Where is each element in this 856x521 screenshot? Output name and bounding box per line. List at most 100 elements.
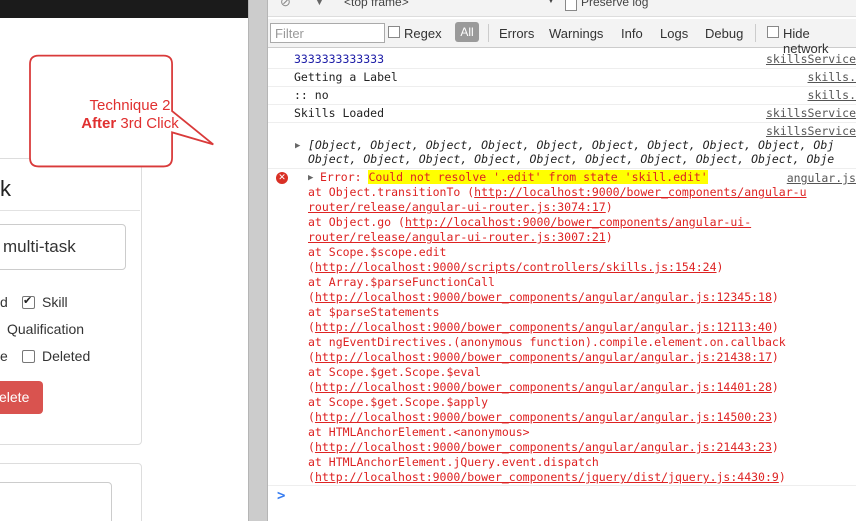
level-debug-button[interactable]: Debug <box>705 26 743 41</box>
error-source-link[interactable]: angular.js <box>787 171 856 185</box>
callout-text: Technique 2 After 3rd Click <box>30 97 230 133</box>
row-divider <box>268 485 856 486</box>
stack-frame-text: ( <box>308 380 315 394</box>
stack-frame-text: ) <box>771 350 779 364</box>
stack-frame-text: at Scope.$get.Scope.$eval <box>308 365 482 379</box>
message-source-link[interactable]: skills. <box>808 70 856 84</box>
frame-dropdown-icon[interactable]: ▼ <box>546 0 556 6</box>
stack-trace-line: (http://localhost:9000/bower_components/… <box>308 410 779 424</box>
delete-button-label: elete <box>0 389 30 405</box>
stack-frame-link[interactable]: http://localhost:9000/bower_components/a… <box>315 410 772 424</box>
stack-trace-line: (http://localhost:9000/bower_components/… <box>308 440 779 454</box>
level-logs-button[interactable]: Logs <box>660 26 688 41</box>
panel-divider <box>0 210 140 211</box>
stack-trace-line: at Scope.$get.Scope.$apply <box>308 395 488 409</box>
qualification-label: Qualification <box>7 321 85 337</box>
level-all-button[interactable]: All <box>455 22 479 42</box>
stack-frame-link[interactable]: http://localhost:9000/bower_components/a… <box>315 380 772 394</box>
task-name-input[interactable]: multi-task <box>0 224 126 270</box>
error-prefix: Error: <box>320 170 369 184</box>
level-errors-button[interactable]: Errors <box>499 26 534 41</box>
stack-frame-text: ( <box>308 470 315 484</box>
hide-network-checkbox[interactable] <box>767 26 779 38</box>
preserve-log-checkbox[interactable] <box>565 0 577 11</box>
message-source-link[interactable]: skillsService <box>766 106 856 120</box>
level-separator <box>488 24 489 42</box>
stack-frame-link[interactable]: http://localhost:9000/bower_components/a… <box>405 215 751 229</box>
stack-frame-link[interactable]: http://localhost:9000/bower_components/a… <box>315 440 772 454</box>
object-array-line[interactable]: [Object, Object, Object, Object, Object,… <box>308 138 834 152</box>
stack-frame-link[interactable]: router/release/angular-ui-router.js:3007… <box>308 230 606 244</box>
stack-frame-text: at ngEventDirectives.(anonymous function… <box>308 335 786 349</box>
stack-trace-line: at HTMLAnchorElement.jQuery.event.dispat… <box>308 455 599 469</box>
stack-frame-text: at $parseStatements <box>308 305 440 319</box>
error-message: Could not resolve '.edit' from state 'sk… <box>368 170 708 184</box>
option-row3-label: e <box>0 348 8 364</box>
console-filter-bar: Filter Regex All Errors Warnings Info Lo… <box>268 19 856 56</box>
error-icon: ✕ <box>276 172 288 184</box>
stack-frame-text: ) <box>605 200 613 214</box>
console-messages: 3333333333333 skillsService Getting a La… <box>268 48 856 521</box>
message-source-link[interactable]: skills. <box>808 88 856 102</box>
clear-console-icon[interactable]: ⊘ <box>280 0 291 10</box>
stack-frame-text: ) <box>771 320 779 334</box>
preserve-log-label: Preserve log <box>581 0 649 9</box>
stack-trace-line: router/release/angular-ui-router.js:3007… <box>308 230 613 244</box>
console-message: :: no <box>294 88 329 102</box>
stack-frame-link[interactable]: http://localhost:9000/bower_components/a… <box>315 350 772 364</box>
row-divider <box>268 104 856 105</box>
stack-frame-text: ( <box>308 260 315 274</box>
callout-line2-rest: 3rd Click <box>116 115 179 132</box>
stack-frame-text: ) <box>771 440 779 454</box>
delete-button[interactable]: elete <box>0 381 43 414</box>
row-divider <box>268 122 856 123</box>
stack-frame-link[interactable]: http://localhost:9000/bower_components/a… <box>474 185 806 199</box>
stack-frame-text: ( <box>308 410 315 424</box>
stack-frame-link[interactable]: http://localhost:9000/scripts/controller… <box>315 260 717 274</box>
object-array-line[interactable]: Object, Object, Object, Object, Object, … <box>308 152 834 166</box>
skill-label: Skill <box>42 294 68 310</box>
message-source-link[interactable]: skillsService <box>766 124 856 138</box>
stack-frame-link[interactable]: http://localhost:9000/bower_components/j… <box>315 470 779 484</box>
callout-line1: Technique 2 <box>89 97 171 114</box>
second-panel-input[interactable] <box>0 482 112 521</box>
level-info-button[interactable]: Info <box>621 26 643 41</box>
stack-trace-line: at HTMLAnchorElement.<anonymous> <box>308 425 530 439</box>
stack-frame-text: ) <box>716 260 724 274</box>
filter-funnel-icon[interactable]: ▼ <box>314 0 325 8</box>
stack-trace-line: at Object.go (http://localhost:9000/bowe… <box>308 215 751 229</box>
deleted-label: Deleted <box>42 348 91 364</box>
stack-frame-text: at Object.go ( <box>308 215 405 229</box>
stack-frame-link[interactable]: http://localhost:9000/bower_components/a… <box>315 320 772 334</box>
deleted-checkbox[interactable] <box>22 350 35 363</box>
stack-trace-line: (http://localhost:9000/bower_components/… <box>308 380 779 394</box>
regex-checkbox[interactable] <box>388 26 400 38</box>
stack-frame-text: at Array.$parseFunctionCall <box>308 275 495 289</box>
skill-checkbox[interactable] <box>22 294 35 309</box>
stack-frame-text: ) <box>771 290 779 304</box>
task-name-value: multi-task <box>3 237 76 256</box>
stack-frame-link[interactable]: router/release/angular-ui-router.js:3074… <box>308 200 606 214</box>
console-message: Skills Loaded <box>294 106 385 120</box>
stack-trace-line: at $parseStatements <box>308 305 440 319</box>
stack-frame-text: ( <box>308 350 315 364</box>
console-prompt-icon[interactable]: > <box>277 488 285 504</box>
filter-placeholder: Filter <box>275 26 304 41</box>
console-filter-input[interactable]: Filter <box>270 23 385 43</box>
level-warnings-button[interactable]: Warnings <box>549 26 603 41</box>
level-separator <box>755 24 756 42</box>
row-divider <box>268 168 856 169</box>
stack-frame-link[interactable]: http://localhost:9000/bower_components/a… <box>315 290 772 304</box>
stack-trace-line: (http://localhost:9000/bower_components/… <box>308 290 779 304</box>
expand-triangle-icon[interactable]: ▶ <box>308 173 313 183</box>
pane-splitter[interactable] <box>248 0 268 521</box>
callout-line2: After 3rd Click <box>30 115 230 133</box>
option-row1-label: d <box>0 294 8 310</box>
frame-selector[interactable]: <top frame> <box>344 0 409 9</box>
stack-trace-line: router/release/angular-ui-router.js:3074… <box>308 200 613 214</box>
panel-title: k <box>0 176 11 201</box>
message-source-link[interactable]: skillsService <box>766 52 856 66</box>
expand-triangle-icon[interactable]: ▶ <box>295 141 300 151</box>
error-header[interactable]: Error: Could not resolve '.edit' from st… <box>320 170 708 184</box>
stack-trace-line: (http://localhost:9000/bower_components/… <box>308 320 779 334</box>
